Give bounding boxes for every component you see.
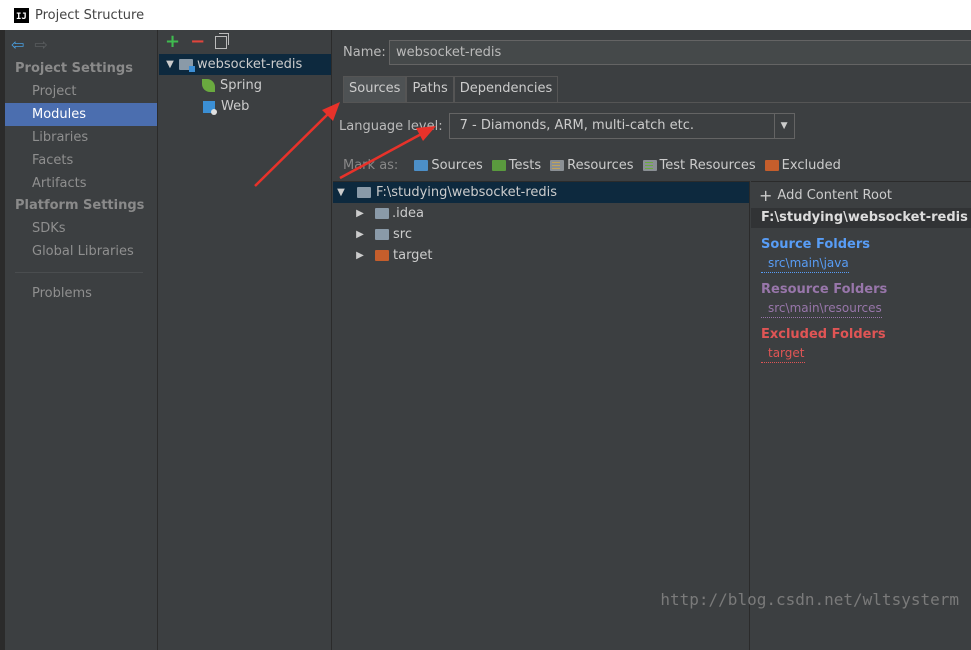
tab-sources[interactable]: Sources	[343, 76, 407, 102]
resources-folder-icon	[550, 160, 565, 171]
remove-icon[interactable]: −	[190, 33, 205, 51]
expand-triangle-icon[interactable]: ▼	[161, 54, 179, 75]
tab-dependencies[interactable]: Dependencies	[453, 76, 559, 102]
copy-icon[interactable]	[215, 32, 230, 49]
sidebar-item-facets[interactable]: Facets	[5, 149, 157, 172]
tab-paths[interactable]: Paths	[406, 76, 454, 102]
add-content-root-button[interactable]: + Add Content Root	[751, 182, 971, 208]
facet-item-web[interactable]: Web	[159, 96, 331, 117]
watermark: http://blog.csdn.net/wltsysterm	[660, 590, 959, 609]
tree-item-label: src	[393, 227, 412, 242]
facet-label: Spring	[220, 78, 262, 93]
facet-item-spring[interactable]: Spring	[159, 75, 331, 96]
content-root-path: F:\studying\websocket-redis	[751, 208, 971, 228]
mark-tests-label: Tests	[508, 158, 542, 173]
tree-root-label: F:\studying\websocket-redis	[376, 185, 558, 200]
settings-sidebar: ⇦ ⇨ Project Settings Project Modules Lib…	[5, 30, 158, 650]
title-bar: IJ Project Structure	[0, 0, 971, 30]
sidebar-item-artifacts[interactable]: Artifacts	[5, 172, 157, 195]
mark-resources-label: Resources	[567, 158, 634, 173]
facet-label: Web	[221, 99, 250, 114]
name-label: Name:	[343, 45, 386, 60]
source-folders-title: Source Folders	[761, 237, 871, 252]
folder-icon	[357, 187, 371, 198]
sidebar-item-problems[interactable]: Problems	[5, 282, 157, 305]
sidebar-item-modules[interactable]: Modules	[5, 103, 157, 126]
module-toolbar: + −	[159, 30, 331, 54]
mark-excluded-label: Excluded	[781, 158, 841, 173]
sidebar-item-global-libraries[interactable]: Global Libraries	[5, 240, 157, 263]
intellij-logo-icon: IJ	[14, 7, 29, 23]
module-item-root[interactable]: ▼ websocket-redis	[159, 54, 331, 75]
add-icon[interactable]: +	[165, 33, 180, 51]
expand-triangle-icon[interactable]: ▶	[353, 229, 367, 240]
excluded-folder-icon	[764, 160, 779, 171]
tree-item-label: target	[393, 248, 433, 263]
content-root-tree: ▼ F:\studying\websocket-redis ▶ .idea ▶ …	[333, 181, 750, 650]
tab-underline	[343, 102, 971, 103]
mark-test-resources-label: Test Resources	[659, 158, 756, 173]
expand-triangle-icon[interactable]: ▶	[353, 250, 367, 261]
forward-arrow-icon[interactable]: ⇨	[34, 35, 47, 54]
language-level-dropdown[interactable]: 7 - Diamonds, ARM, multi-catch etc. ▼	[448, 113, 795, 139]
language-level-row: Language level: 7 - Diamonds, ARM, multi…	[339, 113, 795, 139]
folder-icon	[375, 208, 389, 219]
resource-folder-item[interactable]: src\main\resources	[761, 299, 882, 318]
folder-icon	[375, 229, 389, 240]
sidebar-item-project[interactable]: Project	[5, 80, 157, 103]
section-project-settings: Project Settings	[15, 61, 133, 76]
resource-folders-title: Resource Folders	[761, 282, 888, 297]
add-content-root-label: Add Content Root	[777, 187, 892, 203]
mark-as-label: Mark as:	[343, 158, 399, 173]
web-facet-icon	[203, 100, 217, 115]
module-name: websocket-redis	[197, 57, 303, 72]
language-level-label: Language level:	[339, 118, 443, 134]
excluded-folder-item[interactable]: target	[761, 344, 805, 363]
tree-item-label: .idea	[392, 206, 424, 221]
module-tabs: Sources Paths Dependencies	[343, 76, 559, 102]
name-row: Name: websocket-redis	[343, 40, 971, 65]
excluded-folder-icon	[375, 250, 389, 261]
module-settings-panel: Name: websocket-redis Sources Paths Depe…	[333, 30, 971, 650]
tree-row-root[interactable]: ▼ F:\studying\websocket-redis	[333, 182, 749, 203]
nav-arrows: ⇦ ⇨	[5, 30, 157, 58]
sidebar-item-libraries[interactable]: Libraries	[5, 126, 157, 149]
test-resources-folder-icon	[642, 160, 657, 171]
mark-tests-button[interactable]: Tests	[491, 158, 542, 173]
source-folders-group: Source Folders src\main\java	[751, 236, 971, 273]
sidebar-divider	[15, 272, 143, 273]
dropdown-arrow-icon[interactable]: ▼	[773, 114, 794, 138]
source-folder-item[interactable]: src\main\java	[761, 254, 849, 273]
spring-leaf-icon	[202, 79, 215, 92]
tree-row-src[interactable]: ▶ src	[333, 224, 749, 245]
mark-as-toolbar: Mark as: Sources Tests Resources Test Re…	[343, 158, 850, 173]
language-level-value: 7 - Diamonds, ARM, multi-catch etc.	[459, 118, 694, 133]
back-arrow-icon[interactable]: ⇦	[11, 35, 24, 54]
tree-row-target[interactable]: ▶ target	[333, 245, 749, 266]
window-title: Project Structure	[35, 7, 145, 23]
module-tree-pane: + − ▼ websocket-redis Spring Web	[159, 30, 332, 650]
mark-resources-button[interactable]: Resources	[550, 158, 634, 173]
expand-triangle-icon[interactable]: ▶	[353, 208, 367, 219]
excluded-folders-title: Excluded Folders	[761, 327, 886, 342]
tests-folder-icon	[491, 160, 506, 171]
resource-folders-group: Resource Folders src\main\resources	[751, 281, 971, 318]
module-folder-icon	[179, 59, 195, 72]
name-input[interactable]: websocket-redis	[389, 40, 971, 65]
sidebar-item-sdks[interactable]: SDKs	[5, 217, 157, 240]
mark-sources-button[interactable]: Sources	[414, 158, 483, 173]
section-platform-settings: Platform Settings	[15, 198, 145, 213]
excluded-folders-group: Excluded Folders target	[751, 326, 971, 363]
mark-sources-label: Sources	[431, 158, 483, 173]
sources-folder-icon	[414, 160, 429, 171]
collapse-triangle-icon[interactable]: ▼	[334, 187, 348, 198]
mark-test-resources-button[interactable]: Test Resources	[642, 158, 756, 173]
mark-excluded-button[interactable]: Excluded	[764, 158, 841, 173]
plus-icon: +	[759, 185, 773, 205]
content-roots-panel: + Add Content Root F:\studying\websocket…	[751, 181, 971, 650]
tree-row-idea[interactable]: ▶ .idea	[333, 203, 749, 224]
